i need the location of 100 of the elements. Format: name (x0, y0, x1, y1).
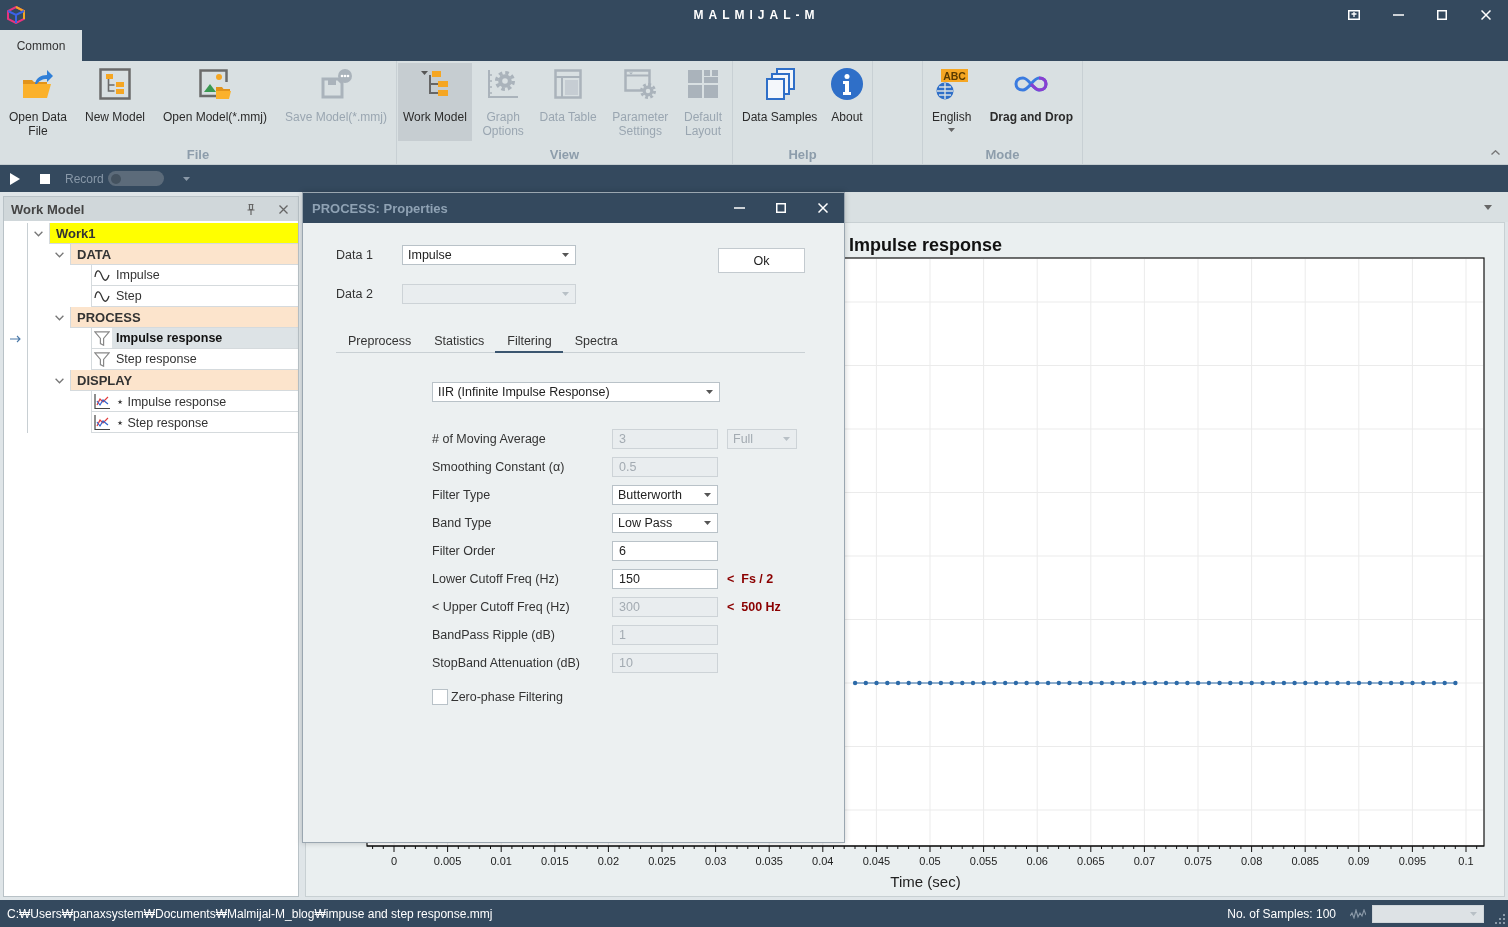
panel-title: Work Model (11, 201, 86, 217)
data-dropdown[interactable]: Impulse (402, 245, 576, 265)
info-icon (831, 68, 863, 100)
field-label: BandPass Ripple (dB) (432, 628, 556, 642)
play-icon[interactable] (10, 172, 20, 185)
x-tick-label: 0.065 (1077, 855, 1105, 867)
tree-item[interactable]: Step response (112, 349, 298, 369)
x-tick-label: 0.035 (755, 855, 783, 867)
maximize-icon[interactable] (1437, 10, 1447, 20)
about-button[interactable]: About (826, 63, 868, 141)
dialog-tab[interactable]: Filtering (495, 330, 563, 353)
boxed-plus-icon[interactable] (1348, 10, 1360, 20)
ribbon-tab[interactable]: Common (0, 30, 82, 61)
x-tick-label: 0.025 (648, 855, 676, 867)
checkbox-label[interactable]: Zero-phase Filtering (451, 690, 563, 704)
stop-icon[interactable] (40, 173, 50, 184)
x-tick-label: 0.07 (1133, 855, 1156, 867)
field-label: < Upper Cutoff Freq (Hz) (432, 600, 571, 614)
funnel-icon (94, 351, 110, 367)
x-tick-label: 0.045 (862, 855, 891, 867)
minimize-icon[interactable] (733, 207, 745, 209)
tree-item[interactable]: DATA (71, 244, 298, 264)
sample-count: No. of Samples: 100 (1227, 906, 1336, 921)
work-model-button[interactable]: Work Model (398, 63, 472, 141)
tree-item[interactable]: Step (112, 286, 298, 306)
zero-phase-checkbox[interactable] (432, 689, 448, 705)
x-tick-label: 0.055 (969, 855, 998, 867)
open-file-button[interactable]: Open Data File (4, 63, 73, 141)
record-toggle[interactable] (107, 171, 164, 186)
group-label: View (548, 146, 581, 164)
table-window-icon (554, 69, 583, 99)
resize-grip-icon[interactable] (1495, 914, 1505, 924)
dialog-tab[interactable]: Spectra (562, 330, 629, 353)
x-tick-label: 0.075 (1184, 855, 1212, 867)
chevron-down-icon[interactable] (55, 314, 64, 321)
tree-item[interactable]: PROCESS (71, 307, 298, 327)
field-label: Lower Cutoff Freq (Hz) (432, 572, 560, 586)
caret-icon[interactable] (1484, 204, 1492, 210)
close-icon[interactable] (279, 204, 288, 214)
new-model-button[interactable]: New Model (80, 63, 151, 141)
group-label: Help (787, 146, 818, 164)
tree-item[interactable]: DISPLAY (71, 370, 298, 390)
chevron-down-icon[interactable] (55, 377, 64, 384)
caret-icon (704, 521, 711, 525)
x-axis-title: Time (sec) (890, 873, 961, 890)
funnel-icon (94, 330, 110, 346)
infinity-loop-icon (1014, 76, 1049, 92)
tree-item[interactable]: Impulse response (112, 328, 298, 348)
filter-method-dropdown[interactable]: IIR (Infinite Impulse Response) (432, 382, 720, 402)
x-tick-label: 0.01 (490, 855, 512, 867)
x-tick-label: 0.005 (433, 855, 462, 867)
x-tick-label: 0.1 (1458, 855, 1474, 867)
x-tick-label: 0 (390, 855, 398, 867)
tree-item[interactable]: Work1 (50, 223, 298, 243)
data-samples-button[interactable]: Data Samples (737, 63, 823, 141)
window-gear-icon (624, 69, 657, 99)
wave-icon (94, 268, 110, 282)
record-label: Record (65, 171, 104, 186)
cube-logo-icon (7, 6, 25, 24)
dropdown-field[interactable]: Butterworth (612, 485, 718, 505)
pin-icon[interactable] (247, 203, 255, 215)
caret-icon (783, 437, 790, 441)
right-arrow-icon (10, 334, 21, 343)
app-title: MALMIJAL-M (692, 8, 820, 22)
folder-arrow-icon (22, 69, 54, 99)
open-model-button[interactable]: Open Model(*.mmj) (158, 63, 272, 141)
dialog-tab[interactable]: Preprocess (336, 330, 423, 353)
chevron-down-icon[interactable] (34, 230, 43, 237)
tree-diagram-icon (99, 68, 131, 100)
limit-note: < Fs / 2 (727, 572, 775, 586)
ok-button[interactable]: Ok (718, 248, 805, 273)
group-label: Mode (984, 146, 1021, 164)
tiles-icon (688, 70, 718, 98)
chart-gear-icon (487, 69, 520, 99)
drag-drop-button[interactable]: Drag and Drop (984, 63, 1078, 141)
line-chart-icon (94, 393, 110, 409)
maximize-icon[interactable] (776, 203, 786, 213)
text-field[interactable]: 150 (612, 569, 718, 589)
field-label: # of Moving Average (432, 432, 547, 446)
picture-folder-icon (199, 69, 231, 99)
language-button[interactable]: ABC English (927, 63, 977, 141)
field-label: Filter Order (432, 544, 497, 558)
file-path: C:₩Users₩panaxsystem₩Documents₩Malmijal-M_blog₩impuse and step response.mmj (7, 906, 494, 921)
tree-item[interactable]: ⋆ Impulse response (112, 391, 298, 411)
stacked-pages-icon (763, 68, 796, 100)
wave-icon (94, 289, 110, 303)
chevron-up-icon[interactable] (1491, 150, 1500, 155)
limit-note: < 500 Hz (727, 600, 782, 614)
field-label: StopBand Attenuation (dB) (432, 656, 582, 670)
text-field[interactable]: 6 (612, 541, 718, 561)
chevron-down-icon[interactable] (55, 251, 64, 258)
caret-icon[interactable] (182, 176, 190, 181)
dropdown-field[interactable]: Low Pass (612, 513, 718, 533)
x-tick-label: 0.085 (1291, 855, 1319, 867)
tree-item[interactable]: ⋆ Step response (112, 412, 298, 432)
chart-title: Impulse response (848, 235, 1003, 255)
tree-item[interactable]: Impulse (112, 265, 298, 285)
minimize-icon[interactable] (1392, 14, 1404, 16)
field-label: Band Type (432, 516, 493, 530)
dialog-tab[interactable]: Statistics (422, 330, 496, 353)
